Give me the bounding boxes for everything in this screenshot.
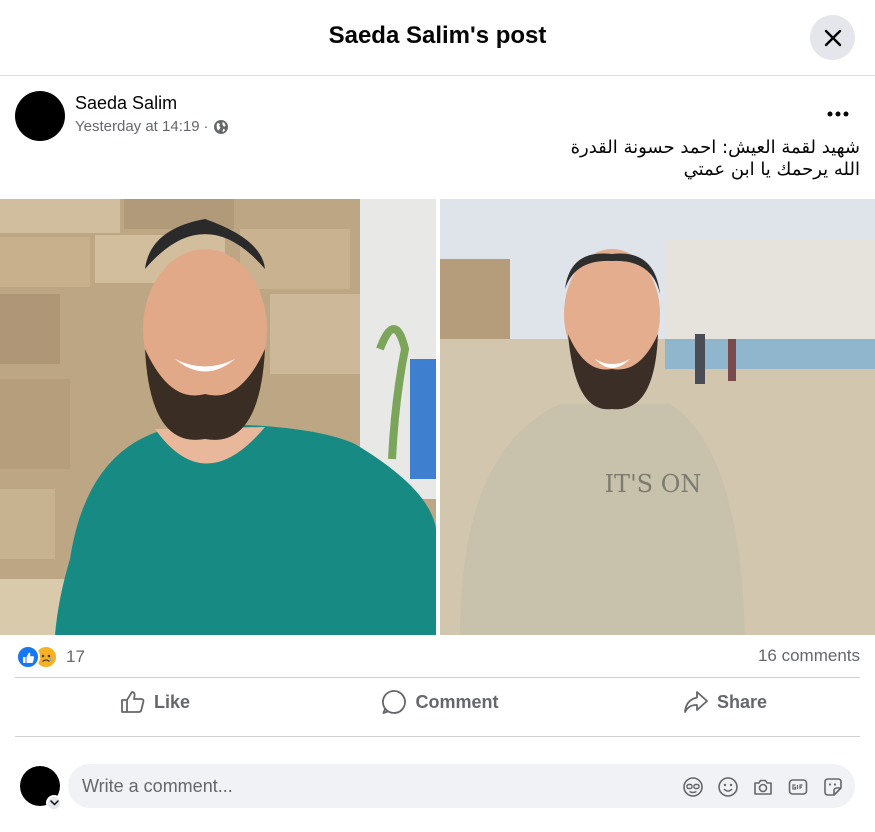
dialog-header: Saeda Salim's post	[0, 0, 875, 76]
share-label: Share	[716, 691, 768, 712]
globe-icon[interactable]	[213, 119, 229, 135]
camera-icon[interactable]	[750, 774, 775, 799]
emoji-icon[interactable]	[715, 774, 740, 799]
reactions-summary[interactable]: 17	[16, 645, 85, 669]
photo-right-image: IT'S ON	[440, 199, 875, 635]
like-reaction-icon	[16, 645, 40, 669]
shirt-print-text: IT'S ON	[605, 470, 702, 498]
composer-tools	[680, 774, 845, 799]
chevron-down-icon[interactable]	[46, 795, 62, 811]
more-options-icon	[827, 111, 849, 117]
author-name[interactable]: Saeda Salim	[75, 93, 177, 114]
post-text: شهيد لقمة العيش: احمد حسونة القدرة الله …	[160, 137, 860, 181]
close-icon	[824, 29, 841, 46]
avatar-sticker-icon[interactable]	[680, 774, 705, 799]
photo-left-image	[0, 199, 436, 635]
gif-icon[interactable]	[785, 774, 810, 799]
post-timestamp[interactable]: Yesterday at 14:19	[75, 118, 200, 135]
comments-count[interactable]: 16 comments	[758, 646, 860, 666]
like-button[interactable]: Like	[105, 682, 205, 722]
like-icon	[121, 691, 145, 713]
divider-bottom	[15, 736, 860, 737]
post-meta: Yesterday at 14:19 ·	[75, 118, 229, 135]
comment-label: Comment	[415, 691, 499, 712]
sticker-icon[interactable]	[820, 774, 845, 799]
divider-top	[15, 677, 860, 678]
author-avatar[interactable]	[15, 91, 65, 141]
photo-right[interactable]: IT'S ON	[440, 199, 875, 635]
share-icon	[684, 691, 708, 713]
dialog-title: Saeda Salim's post	[328, 22, 547, 49]
comment-button[interactable]: Comment	[370, 682, 510, 722]
meta-separator: ·	[203, 118, 209, 135]
comment-icon	[382, 690, 407, 714]
like-label: Like	[153, 691, 191, 712]
photo-left[interactable]	[0, 199, 436, 635]
share-button[interactable]: Share	[670, 682, 780, 722]
close-button[interactable]	[810, 15, 855, 60]
more-options-button[interactable]	[820, 100, 856, 128]
reaction-count: 17	[66, 647, 85, 666]
post-text-line-2: الله يرحمك يا ابن عمتي	[683, 159, 860, 180]
post-text-line-1: شهيد لقمة العيش: احمد حسونة القدرة	[570, 137, 860, 158]
